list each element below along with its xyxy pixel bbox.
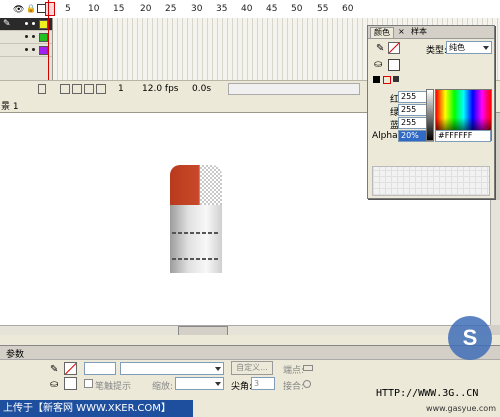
timeline-scrollbar[interactable] [228, 83, 360, 95]
frame-number: 45 [266, 4, 278, 14]
svg-text:S: S [463, 325, 478, 350]
frame-number: 25 [165, 4, 177, 14]
layer-color-swatch[interactable] [39, 20, 48, 29]
swap-colors-icon[interactable] [393, 76, 399, 82]
stroke-color-swatch[interactable] [64, 362, 77, 375]
pencil-icon: ✎ [3, 19, 11, 29]
artwork-shape[interactable] [170, 165, 222, 273]
scale-select[interactable] [175, 377, 224, 390]
eye-icon[interactable]: 👁 [13, 5, 24, 15]
join-type-icon[interactable] [303, 380, 311, 388]
tab-parameters[interactable]: 参数 [6, 347, 24, 360]
artwork-stitch-line [172, 232, 220, 234]
frame-number: 15 [113, 4, 125, 14]
fill-color-swatch[interactable] [64, 377, 77, 390]
fill-bucket-icon[interactable]: ⛀ [374, 59, 382, 70]
red-input[interactable]: 255 [398, 91, 428, 103]
layer-color-swatch[interactable] [39, 46, 48, 55]
tab-close-icon[interactable]: × [398, 27, 405, 36]
fill-type-select[interactable]: 纯色 [446, 41, 492, 54]
current-frame: 1 [118, 84, 124, 94]
miter-input[interactable]: 3 [251, 377, 275, 390]
tab-swatches[interactable]: 样本 [408, 27, 430, 37]
onion-outline-icon[interactable] [84, 84, 94, 94]
fill-type-value: 纯色 [449, 43, 465, 52]
properties-tab-bar: 参数 [0, 345, 500, 360]
fill-swatch[interactable] [388, 59, 400, 71]
frame-rate: 12.0 fps [142, 84, 179, 94]
scene-label[interactable]: 景 1 [1, 99, 19, 112]
stroke-hint-checkbox[interactable] [84, 379, 93, 388]
frame-number: 35 [216, 4, 228, 14]
frame-number: 55 [317, 4, 329, 14]
no-color-icon[interactable] [383, 76, 391, 84]
site-watermark: www.gasyue.com [380, 400, 500, 417]
frame-number: 40 [241, 4, 253, 14]
custom-button[interactable]: 自定义... [231, 361, 273, 375]
layer-color-swatch[interactable] [39, 33, 48, 42]
frame-ruler[interactable]: 👁 🔒 1 5 10 15 20 25 30 35 40 45 50 55 60 [0, 0, 500, 19]
tab-color[interactable]: 颜色 [370, 27, 394, 38]
alpha-label: Alpha: [372, 131, 401, 141]
site-logo: S [448, 316, 492, 360]
lock-icon[interactable]: 🔒 [26, 4, 36, 13]
upload-watermark: 上传于【新客网 WWW.XKER.COM】 [0, 400, 193, 417]
frame-number: 20 [140, 4, 152, 14]
frame-number: 30 [191, 4, 203, 14]
trash-icon[interactable] [38, 84, 46, 94]
hex-input[interactable]: #FFFFFF [435, 130, 491, 142]
visibility-dot[interactable] [25, 48, 28, 51]
green-input[interactable]: 255 [398, 104, 428, 116]
lock-dot[interactable] [32, 48, 35, 51]
join-label: 接合: [283, 382, 305, 392]
endpoint-cap-icon[interactable] [303, 365, 313, 371]
default-colors-icon[interactable] [373, 76, 380, 83]
lock-dot[interactable] [32, 35, 35, 38]
fill-type-label: 类型: [426, 46, 448, 56]
visibility-dot[interactable] [25, 35, 28, 38]
artwork-gray-body [170, 205, 222, 273]
alpha-input[interactable]: 20% [398, 130, 428, 142]
miter-label: 尖角: [231, 382, 253, 392]
playhead-handle[interactable] [45, 2, 55, 16]
blue-input[interactable]: 255 [398, 117, 428, 129]
layer-row[interactable] [0, 31, 52, 44]
endpoint-label: 端点: [283, 366, 305, 376]
fill-bucket-icon: ⛀ [50, 379, 59, 390]
stroke-swatch[interactable] [388, 42, 400, 54]
frame-number: 10 [88, 4, 100, 14]
pencil-icon: ✎ [50, 364, 59, 375]
color-mixer-panel: 颜色 × 样本 ✎ 类型: 纯色 ⛀ 红: 255 绿: 255 蓝: 255 … [367, 25, 495, 199]
center-frame-icon[interactable] [60, 84, 70, 94]
stroke-style-select[interactable] [120, 362, 224, 375]
visibility-dot[interactable] [25, 22, 28, 25]
stroke-color-icon[interactable]: ✎ [376, 43, 384, 54]
artwork-stitch-line [172, 258, 220, 260]
vertical-scrollbar[interactable] [490, 200, 500, 325]
watermark-url: HTTP://WWW.3G..CN [376, 388, 479, 399]
frame-number: 50 [291, 4, 303, 14]
elapsed-time: 0.0s [192, 84, 212, 94]
mixer-tab-bar: 颜色 × 样本 [368, 26, 494, 39]
layer-list: ✎ [0, 18, 53, 80]
brightness-slider[interactable] [426, 89, 434, 141]
frame-number: 60 [342, 4, 354, 14]
no-color-slash-icon [389, 43, 399, 53]
onion-skin-icon[interactable] [72, 84, 82, 94]
frame-number: 5 [65, 4, 71, 14]
site-watermark-text: www.gasyue.com [426, 404, 496, 413]
layer-row[interactable]: ✎ [0, 18, 52, 31]
layer-row[interactable] [0, 44, 52, 57]
lock-dot[interactable] [32, 22, 35, 25]
color-preview-area [372, 166, 490, 196]
edit-multiple-frames-icon[interactable] [96, 84, 106, 94]
stroke-height-field[interactable] [84, 362, 116, 375]
stroke-hint-label: 笔触提示 [95, 382, 132, 392]
artwork-transparent-area [200, 165, 222, 205]
no-color-slash-icon [65, 363, 76, 374]
scale-label: 缩放: [152, 382, 174, 392]
